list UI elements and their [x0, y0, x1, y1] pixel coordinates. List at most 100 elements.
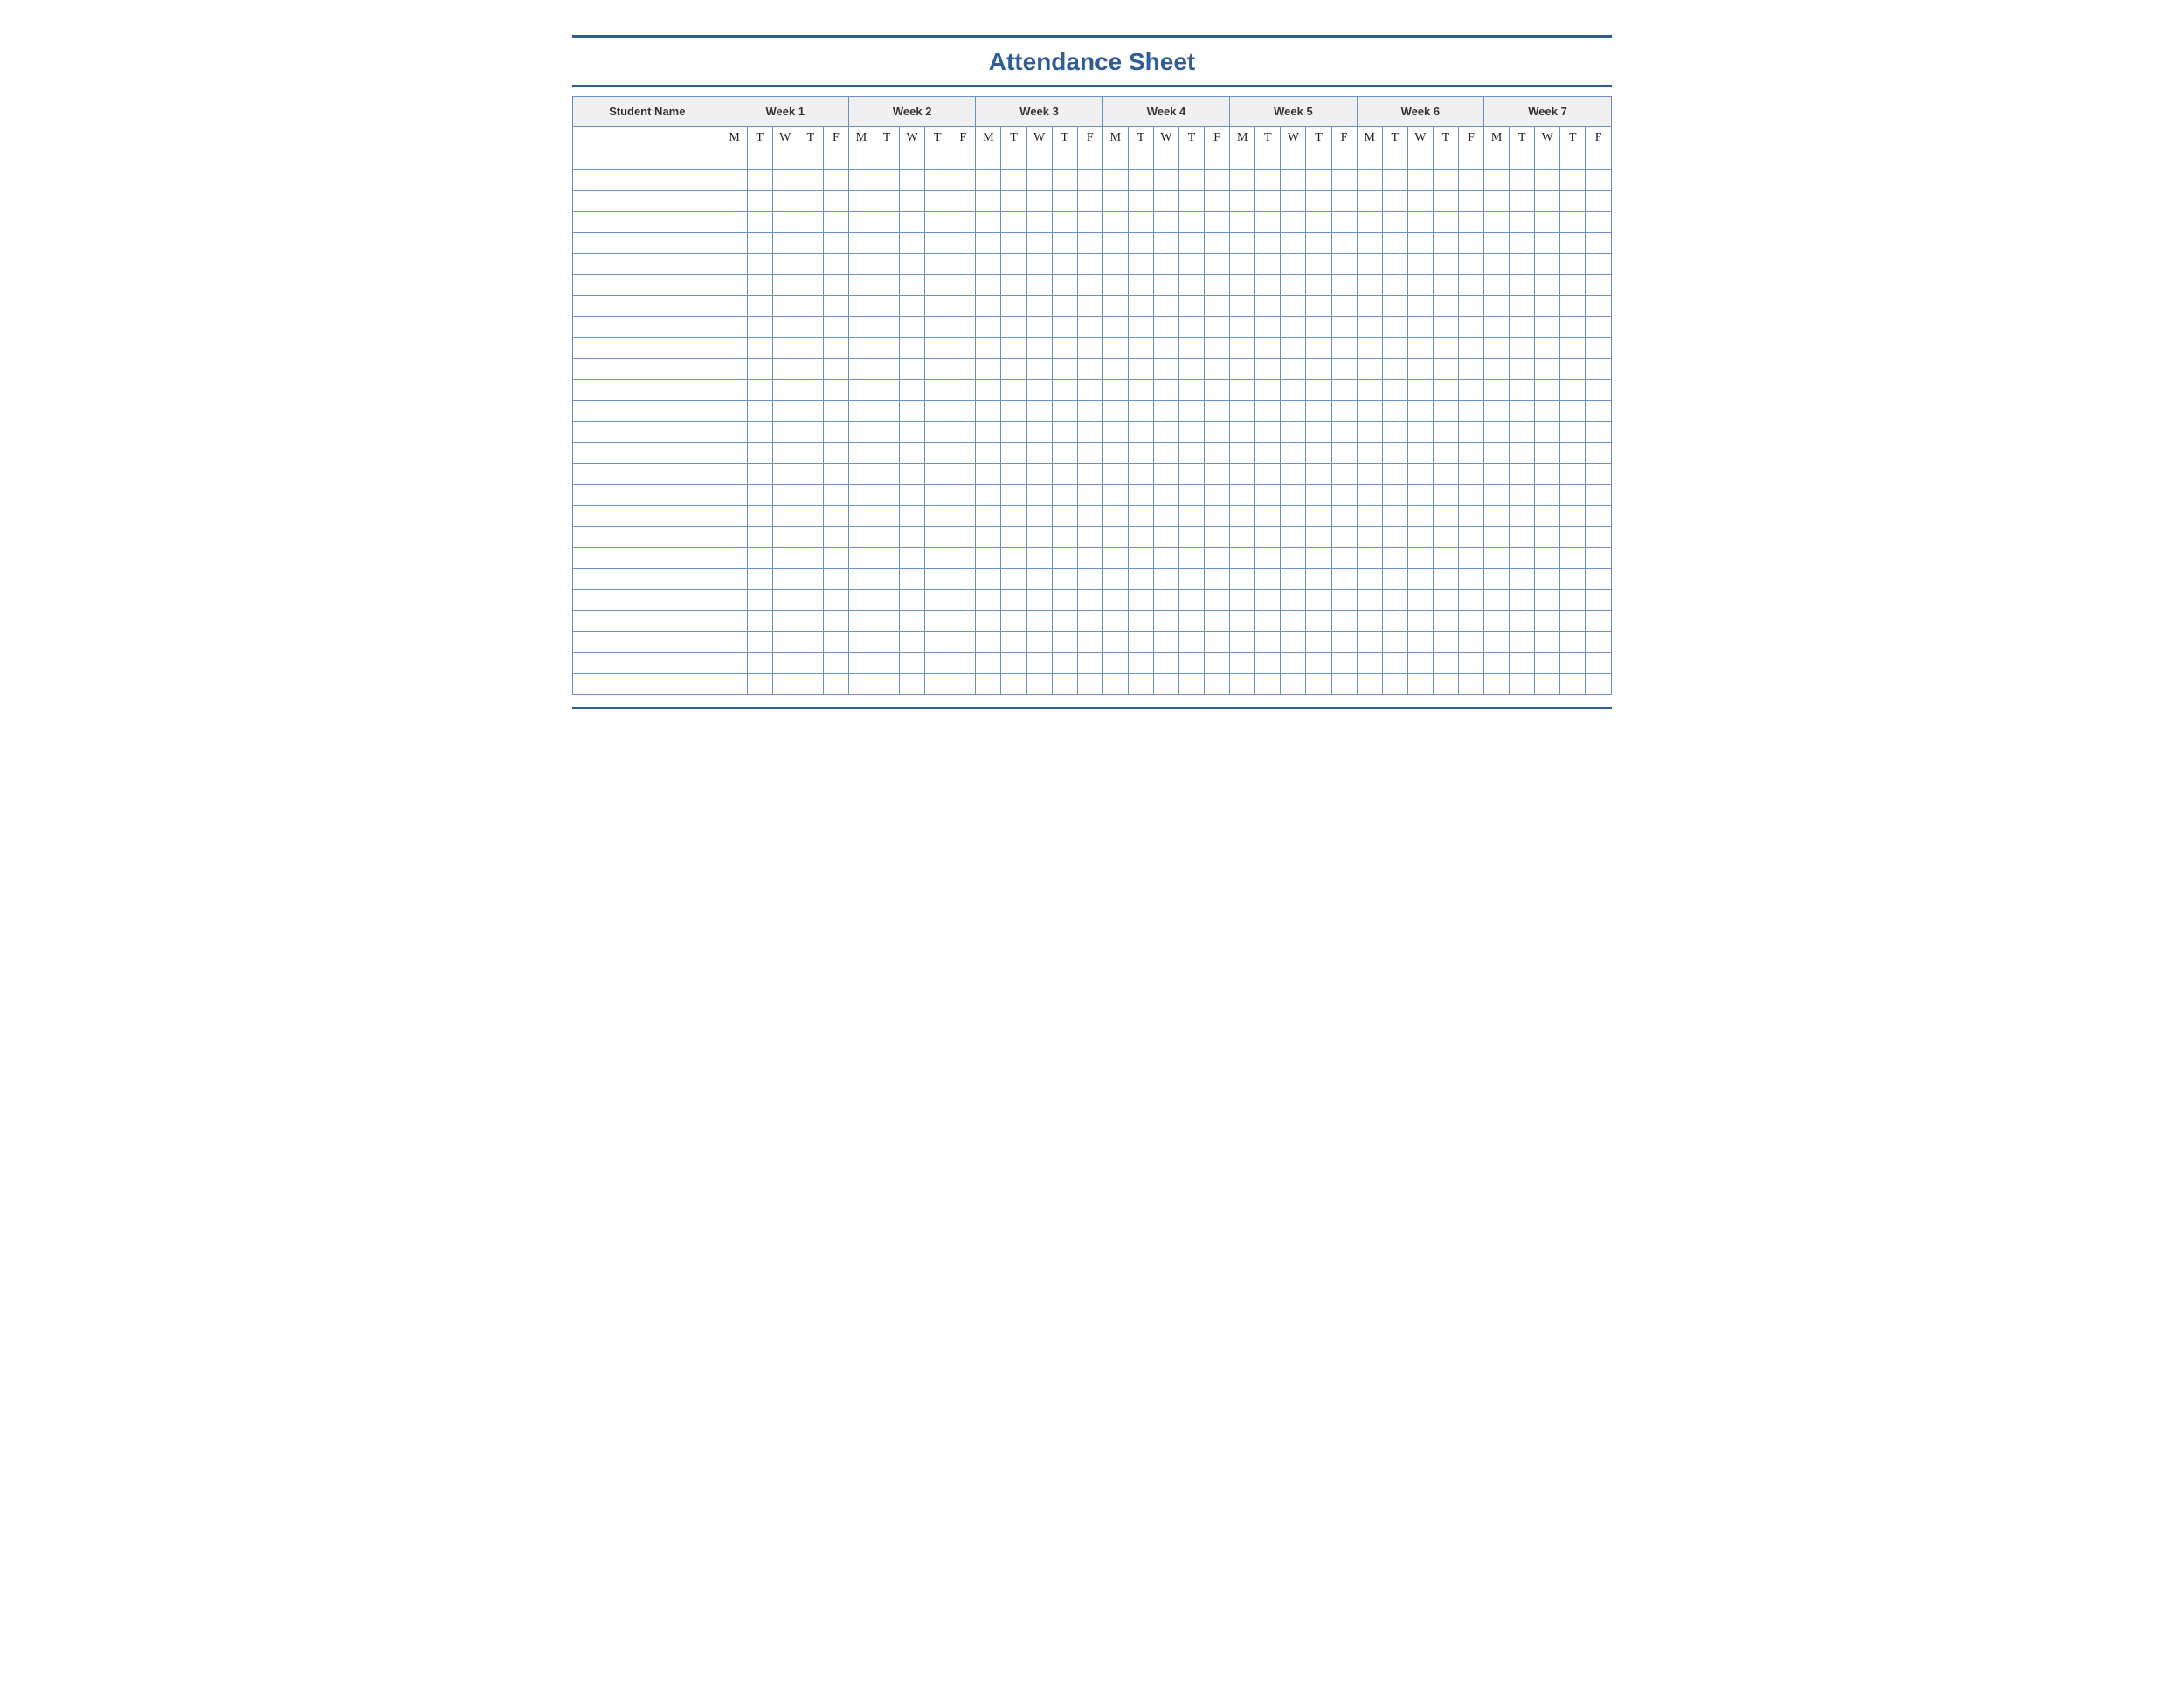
attendance-cell[interactable] — [848, 674, 874, 695]
attendance-cell[interactable] — [1001, 338, 1026, 359]
attendance-cell[interactable] — [1153, 485, 1178, 506]
attendance-cell[interactable] — [1407, 506, 1433, 527]
attendance-cell[interactable] — [1560, 254, 1586, 275]
attendance-cell[interactable] — [1026, 401, 1052, 422]
attendance-cell[interactable] — [1306, 149, 1331, 170]
attendance-cell[interactable] — [1281, 674, 1306, 695]
attendance-cell[interactable] — [1026, 275, 1052, 296]
attendance-cell[interactable] — [1281, 653, 1306, 674]
attendance-cell[interactable] — [1205, 254, 1230, 275]
attendance-cell[interactable] — [1179, 317, 1205, 338]
attendance-cell[interactable] — [1560, 590, 1586, 611]
attendance-cell[interactable] — [1407, 443, 1433, 464]
attendance-cell[interactable] — [874, 569, 900, 590]
attendance-cell[interactable] — [1179, 506, 1205, 527]
attendance-cell[interactable] — [1306, 527, 1331, 548]
attendance-cell[interactable] — [1458, 359, 1483, 380]
attendance-cell[interactable] — [747, 149, 772, 170]
attendance-cell[interactable] — [1458, 275, 1483, 296]
attendance-cell[interactable] — [1281, 149, 1306, 170]
attendance-cell[interactable] — [722, 464, 747, 485]
attendance-cell[interactable] — [1001, 422, 1026, 443]
attendance-cell[interactable] — [874, 590, 900, 611]
attendance-cell[interactable] — [1306, 275, 1331, 296]
attendance-cell[interactable] — [1357, 464, 1382, 485]
attendance-cell[interactable] — [1077, 443, 1102, 464]
attendance-cell[interactable] — [1433, 254, 1458, 275]
attendance-cell[interactable] — [1179, 569, 1205, 590]
attendance-cell[interactable] — [1382, 590, 1407, 611]
attendance-cell[interactable] — [1179, 674, 1205, 695]
attendance-cell[interactable] — [1560, 632, 1586, 653]
attendance-cell[interactable] — [1230, 359, 1255, 380]
student-name-cell[interactable] — [573, 674, 722, 695]
attendance-cell[interactable] — [925, 632, 950, 653]
attendance-cell[interactable] — [848, 611, 874, 632]
attendance-cell[interactable] — [1331, 380, 1357, 401]
attendance-cell[interactable] — [722, 275, 747, 296]
student-name-cell[interactable] — [573, 611, 722, 632]
attendance-cell[interactable] — [1128, 149, 1153, 170]
attendance-cell[interactable] — [798, 401, 823, 422]
attendance-cell[interactable] — [1052, 170, 1077, 191]
attendance-cell[interactable] — [1026, 338, 1052, 359]
attendance-cell[interactable] — [1205, 275, 1230, 296]
attendance-cell[interactable] — [848, 548, 874, 569]
attendance-cell[interactable] — [1153, 170, 1178, 191]
attendance-cell[interactable] — [925, 191, 950, 212]
attendance-cell[interactable] — [1331, 485, 1357, 506]
attendance-cell[interactable] — [848, 191, 874, 212]
attendance-cell[interactable] — [1560, 275, 1586, 296]
attendance-cell[interactable] — [1153, 443, 1178, 464]
attendance-cell[interactable] — [950, 380, 976, 401]
attendance-cell[interactable] — [1407, 464, 1433, 485]
attendance-cell[interactable] — [1535, 359, 1560, 380]
attendance-cell[interactable] — [1052, 548, 1077, 569]
attendance-cell[interactable] — [722, 548, 747, 569]
attendance-cell[interactable] — [1331, 338, 1357, 359]
attendance-cell[interactable] — [848, 149, 874, 170]
attendance-cell[interactable] — [1535, 674, 1560, 695]
attendance-cell[interactable] — [1128, 212, 1153, 233]
attendance-cell[interactable] — [1458, 296, 1483, 317]
student-name-cell[interactable] — [573, 653, 722, 674]
attendance-cell[interactable] — [747, 212, 772, 233]
attendance-cell[interactable] — [1586, 233, 1612, 254]
attendance-cell[interactable] — [976, 485, 1001, 506]
attendance-cell[interactable] — [1077, 359, 1102, 380]
attendance-cell[interactable] — [1535, 254, 1560, 275]
attendance-cell[interactable] — [798, 422, 823, 443]
attendance-cell[interactable] — [1331, 401, 1357, 422]
attendance-cell[interactable] — [900, 233, 925, 254]
attendance-cell[interactable] — [1077, 548, 1102, 569]
attendance-cell[interactable] — [1230, 611, 1255, 632]
attendance-cell[interactable] — [925, 464, 950, 485]
student-name-cell[interactable] — [573, 401, 722, 422]
attendance-cell[interactable] — [1510, 632, 1535, 653]
attendance-cell[interactable] — [976, 212, 1001, 233]
attendance-cell[interactable] — [1433, 485, 1458, 506]
attendance-cell[interactable] — [1407, 653, 1433, 674]
attendance-cell[interactable] — [1230, 674, 1255, 695]
student-name-cell[interactable] — [573, 296, 722, 317]
attendance-cell[interactable] — [1331, 359, 1357, 380]
attendance-cell[interactable] — [1001, 401, 1026, 422]
attendance-cell[interactable] — [1153, 464, 1178, 485]
attendance-cell[interactable] — [1535, 380, 1560, 401]
attendance-cell[interactable] — [1052, 590, 1077, 611]
attendance-cell[interactable] — [1255, 338, 1281, 359]
attendance-cell[interactable] — [1281, 233, 1306, 254]
attendance-cell[interactable] — [1230, 233, 1255, 254]
attendance-cell[interactable] — [1102, 317, 1128, 338]
attendance-cell[interactable] — [1281, 506, 1306, 527]
attendance-cell[interactable] — [1306, 296, 1331, 317]
attendance-cell[interactable] — [798, 296, 823, 317]
attendance-cell[interactable] — [1535, 443, 1560, 464]
attendance-cell[interactable] — [1433, 569, 1458, 590]
attendance-cell[interactable] — [722, 443, 747, 464]
attendance-cell[interactable] — [1102, 548, 1128, 569]
attendance-cell[interactable] — [1560, 548, 1586, 569]
attendance-cell[interactable] — [1510, 149, 1535, 170]
attendance-cell[interactable] — [900, 548, 925, 569]
attendance-cell[interactable] — [1306, 653, 1331, 674]
